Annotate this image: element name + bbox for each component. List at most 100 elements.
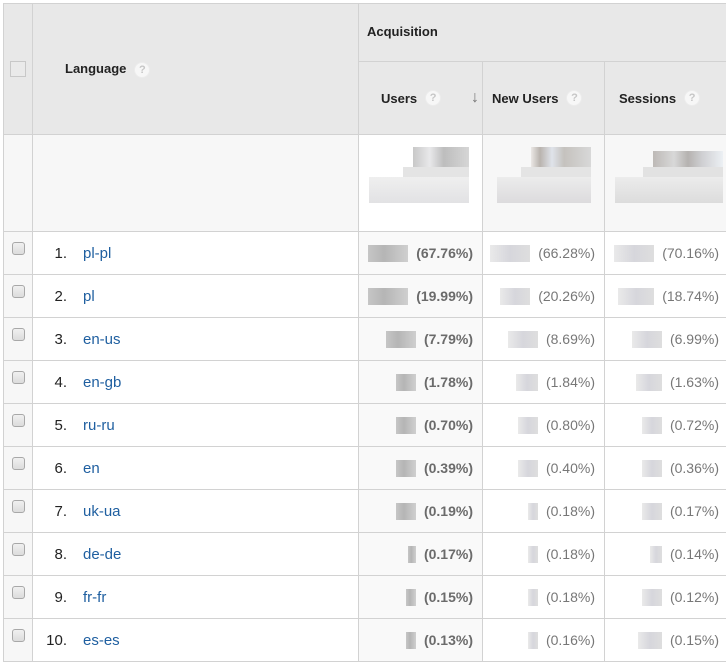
sessions-percent: (0.12%): [669, 589, 719, 605]
row-checkbox[interactable]: [11, 542, 25, 556]
language-link[interactable]: uk-ua: [83, 503, 121, 520]
sessions-cell: (0.72%): [604, 403, 726, 447]
language-link[interactable]: en: [83, 460, 100, 477]
users-value-redacted: [368, 287, 409, 305]
row-checkbox[interactable]: [11, 327, 25, 341]
row-checkbox[interactable]: [11, 499, 25, 513]
new-users-total-redacted: [482, 134, 605, 232]
sessions-percent: (0.14%): [669, 546, 719, 562]
select-all-checkbox[interactable]: [10, 60, 26, 77]
users-cell: (0.70%): [358, 403, 483, 447]
users-value-redacted: [368, 244, 409, 262]
new-users-cell: (8.69%): [482, 317, 605, 361]
users-column-header[interactable]: Users? ↓: [358, 61, 483, 135]
help-icon[interactable]: ?: [425, 90, 442, 106]
new-users-value-redacted: [500, 287, 531, 305]
users-value-redacted: [405, 631, 416, 649]
sessions-value-redacted: [641, 459, 662, 477]
users-percent: (0.17%): [423, 546, 473, 562]
select-all-header: [3, 3, 33, 135]
new-users-cell: (0.80%): [482, 403, 605, 447]
users-value-redacted: [395, 502, 416, 520]
row-select-cell: [3, 446, 33, 490]
language-link[interactable]: pl-pl: [83, 245, 111, 262]
sessions-percent: (18.74%): [662, 288, 719, 304]
sessions-header-label: Sessions: [619, 90, 677, 106]
users-cell: (1.78%): [358, 360, 483, 404]
row-rank: 2.: [54, 287, 67, 305]
language-link[interactable]: de-de: [83, 546, 121, 563]
language-link[interactable]: fr-fr: [83, 589, 106, 606]
users-cell: (0.39%): [358, 446, 483, 490]
row-checkbox[interactable]: [11, 628, 25, 642]
users-percent: (1.78%): [423, 374, 473, 390]
row-checkbox[interactable]: [11, 370, 25, 384]
sessions-percent: (70.16%): [662, 245, 719, 261]
sessions-percent: (0.15%): [669, 632, 719, 648]
new-users-percent: (0.18%): [545, 546, 595, 562]
table-row: 8. de-de (0.17%) (0.18%) (0.14%): [3, 532, 726, 576]
new-users-cell: (0.40%): [482, 446, 605, 490]
language-cell: 4. en-gb: [32, 360, 359, 404]
row-rank: 7.: [54, 502, 67, 520]
language-cell: 1. pl-pl: [32, 231, 359, 275]
new-users-value-redacted: [527, 502, 538, 520]
totals-label-cell: [32, 134, 359, 232]
language-column-header[interactable]: Language?: [32, 3, 359, 135]
new-users-cell: (20.26%): [482, 274, 605, 318]
language-cell: 10. es-es: [32, 618, 359, 662]
users-cell: (0.19%): [358, 489, 483, 533]
users-value-redacted: [385, 330, 416, 348]
help-icon[interactable]: ?: [566, 90, 583, 106]
table-row: 4. en-gb (1.78%) (1.84%) (1.63%): [3, 360, 726, 404]
new-users-cell: (0.18%): [482, 489, 605, 533]
new-users-value-redacted: [517, 416, 538, 434]
users-percent: (0.15%): [423, 589, 473, 605]
sessions-column-header[interactable]: Sessions?: [604, 61, 726, 135]
new-users-percent: (0.18%): [545, 589, 595, 605]
table-row: 2. pl (19.99%) (20.26%) (18.74%): [3, 274, 726, 318]
language-cell: 6. en: [32, 446, 359, 490]
language-link[interactable]: en-us: [83, 331, 121, 348]
sessions-value-redacted: [649, 545, 662, 563]
language-cell: 2. pl: [32, 274, 359, 318]
language-link[interactable]: pl: [83, 288, 95, 305]
row-checkbox[interactable]: [11, 456, 25, 470]
sessions-value-redacted: [637, 631, 662, 649]
users-percent: (0.13%): [423, 632, 473, 648]
help-icon[interactable]: ?: [134, 61, 151, 78]
row-select-cell: [3, 317, 33, 361]
new-users-cell: (1.84%): [482, 360, 605, 404]
new-users-percent: (0.80%): [545, 417, 595, 433]
sessions-percent: (0.17%): [669, 503, 719, 519]
row-rank: 4.: [54, 373, 67, 391]
row-checkbox[interactable]: [11, 585, 25, 599]
row-checkbox[interactable]: [11, 284, 25, 298]
new-users-cell: (66.28%): [482, 231, 605, 275]
language-link[interactable]: ru-ru: [83, 417, 115, 434]
row-rank: 1.: [54, 244, 67, 262]
table-row: 5. ru-ru (0.70%) (0.80%) (0.72%): [3, 403, 726, 447]
new-users-cell: (0.16%): [482, 618, 605, 662]
table-row: 6. en (0.39%) (0.40%) (0.36%): [3, 446, 726, 490]
sort-descending-icon[interactable]: ↓: [471, 89, 479, 107]
new-users-percent: (0.16%): [545, 632, 595, 648]
users-percent: (7.79%): [423, 331, 473, 347]
row-checkbox[interactable]: [11, 241, 25, 255]
table-row: 1. pl-pl (67.76%) (66.28%) (70.16%): [3, 231, 726, 275]
sessions-cell: (6.99%): [604, 317, 726, 361]
language-report-table: Language? Acquisition Users? ↓ New Users…: [3, 3, 726, 662]
language-link[interactable]: es-es: [83, 632, 120, 649]
new-users-column-header[interactable]: New Users?: [482, 61, 605, 135]
row-select-cell: [3, 274, 33, 318]
users-cell: (0.15%): [358, 575, 483, 619]
language-cell: 8. de-de: [32, 532, 359, 576]
language-link[interactable]: en-gb: [83, 374, 121, 391]
sessions-cell: (0.12%): [604, 575, 726, 619]
language-cell: 5. ru-ru: [32, 403, 359, 447]
row-select-cell: [3, 618, 33, 662]
totals-check-cell: [3, 134, 33, 232]
help-icon[interactable]: ?: [684, 90, 701, 106]
row-checkbox[interactable]: [11, 413, 25, 427]
row-select-cell: [3, 360, 33, 404]
